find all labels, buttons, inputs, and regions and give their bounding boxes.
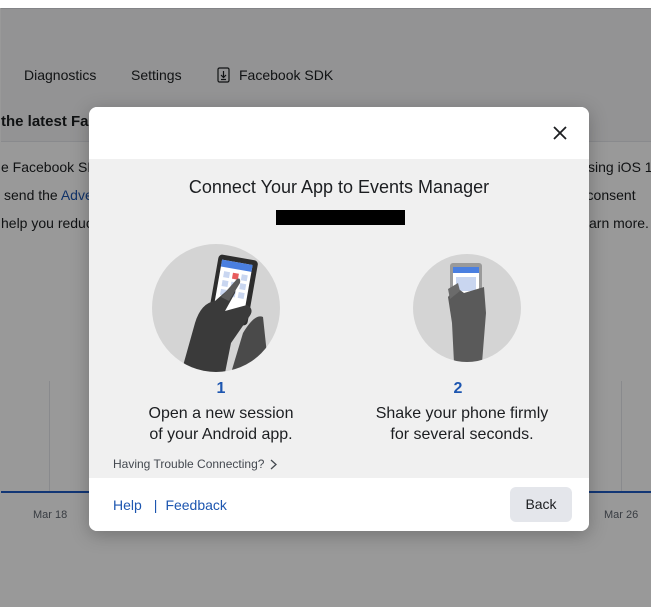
phone-tap-illustration <box>152 244 280 372</box>
chevron-right-icon <box>271 459 278 469</box>
step-description-line: for several seconds. <box>390 426 534 443</box>
connect-app-dialog: Connect Your App to Events Manager 1 Ope… <box>89 107 589 531</box>
step-number: 1 <box>216 380 226 397</box>
step-description-line: Open a new session <box>148 405 294 422</box>
feedback-link[interactable]: Feedback <box>165 497 226 513</box>
step-description-line: Shake your phone firmly <box>375 405 549 422</box>
trouble-connecting-link[interactable]: Having Trouble Connecting? <box>113 457 278 471</box>
step-description-line: of your Android app. <box>149 426 293 443</box>
step-description: Open a new session of your Android app. <box>121 403 321 445</box>
link-separator: | <box>153 497 158 513</box>
dialog-header <box>89 107 589 159</box>
back-button[interactable]: Back <box>510 487 572 522</box>
step-number: 2 <box>453 380 463 397</box>
footer-links: Help | Feedback <box>113 497 227 513</box>
close-icon[interactable] <box>551 124 569 142</box>
help-link[interactable]: Help <box>113 497 142 513</box>
dialog-title: Connect Your App to Events Manager <box>188 177 490 197</box>
step-description: Shake your phone firmly for several seco… <box>347 403 577 445</box>
dialog-footer: Help | Feedback Back <box>89 478 589 531</box>
phone-shake-illustration <box>413 254 521 362</box>
trouble-connecting-label: Having Trouble Connecting? <box>113 457 265 471</box>
redacted-block <box>276 210 405 225</box>
